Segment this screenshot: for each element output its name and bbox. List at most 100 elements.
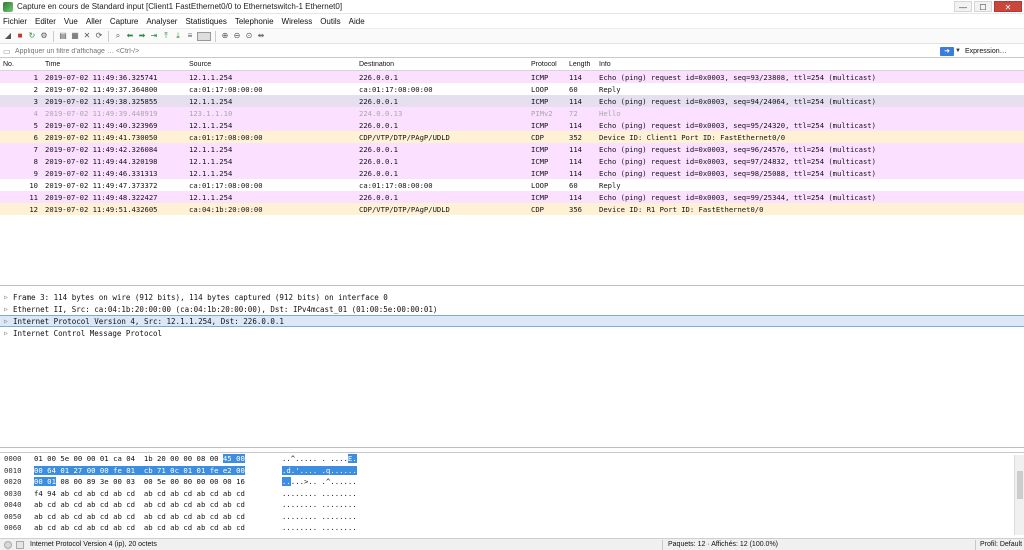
column-source[interactable]: Source: [186, 61, 356, 68]
menu-aller[interactable]: Aller: [86, 17, 102, 26]
go-first-icon[interactable]: ⤒: [161, 31, 171, 41]
detail-tree-item[interactable]: ▷ Frame 3: 114 bytes on wire (912 bits), …: [0, 291, 1024, 303]
minimize-button[interactable]: —: [954, 1, 972, 12]
stop-capture-icon[interactable]: ■: [15, 31, 25, 41]
menu-telephonie[interactable]: Telephonie: [235, 17, 274, 26]
capture-options-icon[interactable]: ⚙: [39, 31, 49, 41]
hex-bytes[interactable]: 01 00 5e 00 00 01 ca 04 1b 20 00 00 08 0…: [34, 454, 280, 464]
expand-arrow-icon[interactable]: ▷: [4, 330, 13, 337]
hex-row[interactable]: 0020 00 01 08 00 89 3e 00 03 00 5e 00 00 …: [0, 476, 1024, 488]
open-file-icon[interactable]: ▤: [58, 31, 68, 41]
close-file-icon[interactable]: ✕: [82, 31, 92, 41]
hex-bytes[interactable]: ab cd ab cd ab cd ab cd ab cd ab cd ab c…: [34, 523, 280, 532]
hex-bytes[interactable]: f4 94 ab cd ab cd ab cd ab cd ab cd ab c…: [34, 489, 280, 498]
menu-capture[interactable]: Capture: [110, 17, 138, 26]
hex-row[interactable]: 0040 ab cd ab cd ab cd ab cd ab cd ab cd …: [0, 499, 1024, 511]
packet-row[interactable]: 8 2019-07-02 11:49:44.320198 12.1.1.254 226…: [0, 155, 1024, 167]
scrollbar-thumb[interactable]: [1017, 471, 1023, 499]
reload-icon[interactable]: ⟳: [94, 31, 104, 41]
packet-row[interactable]: 4 2019-07-02 11:49:39.448919 123.1.1.10 224…: [0, 107, 1024, 119]
hex-row[interactable]: 0000 01 00 5e 00 00 01 ca 04 1b 20 00 00 …: [0, 453, 1024, 465]
autoscroll-icon[interactable]: ≡: [185, 31, 195, 41]
cell-destination: 226.0.0.1: [359, 168, 398, 178]
packet-row[interactable]: 2 2019-07-02 11:49:37.364800 ca:01:17:08:0…: [0, 83, 1024, 95]
save-file-icon[interactable]: ▦: [70, 31, 80, 41]
status-divider[interactable]: [662, 540, 663, 550]
packet-row[interactable]: 5 2019-07-02 11:49:40.323969 12.1.1.254 226…: [0, 119, 1024, 131]
column-time[interactable]: Time: [42, 61, 186, 68]
packet-row[interactable]: 6 2019-07-02 11:49:41.730050 ca:01:17:08:0…: [0, 131, 1024, 143]
menu-vue[interactable]: Vue: [64, 17, 78, 26]
expression-button[interactable]: Expression…: [965, 48, 1007, 55]
start-capture-icon[interactable]: ◢: [3, 31, 13, 41]
detail-tree-item[interactable]: ▷ Internet Control Message Protocol: [0, 327, 1024, 339]
bookmark-icon[interactable]: ▭: [3, 47, 13, 56]
maximize-button[interactable]: ☐: [974, 1, 992, 12]
packet-row[interactable]: 12 2019-07-02 11:49:51.432605 ca:04:1b:20:…: [0, 203, 1024, 215]
hex-bytes[interactable]: ab cd ab cd ab cd ab cd ab cd ab cd ab c…: [34, 512, 280, 521]
display-filter-input[interactable]: [13, 45, 938, 57]
hex-offset: 0000: [4, 454, 22, 464]
bytes-scrollbar[interactable]: [1014, 455, 1024, 535]
hex-ascii[interactable]: .....>.. .^......: [282, 477, 372, 487]
go-forward-icon[interactable]: ➡: [137, 31, 147, 41]
packet-row[interactable]: 1 2019-07-02 11:49:36.325741 12.1.1.254 226…: [0, 71, 1024, 83]
hex-bytes[interactable]: 00 64 01 27 00 00 fe 01 cb 71 0c 01 01 f…: [34, 465, 280, 475]
capture-status-icon[interactable]: [4, 540, 12, 549]
chevron-down-icon[interactable]: ▼: [954, 48, 962, 54]
go-last-icon[interactable]: ⤓: [173, 31, 183, 41]
detail-tree-item[interactable]: ▷ Ethernet II, Src: ca:04:1b:20:00:00 (ca…: [0, 303, 1024, 315]
menu-bar: Fichier Editer Vue Aller Capture Analyse…: [0, 14, 1024, 28]
apply-filter-icon[interactable]: ➜: [940, 46, 954, 56]
column-protocol[interactable]: Protocol: [528, 61, 566, 68]
hex-ascii[interactable]: ........ ........: [282, 523, 372, 532]
menu-aide[interactable]: Aide: [349, 17, 365, 26]
zoom-reset-icon[interactable]: ⊙: [244, 31, 254, 41]
packet-row[interactable]: 10 2019-07-02 11:49:47.373372 ca:01:17:08:…: [0, 179, 1024, 191]
expert-info-icon[interactable]: [16, 540, 24, 549]
hex-ascii[interactable]: ..^..... . ....E.: [282, 454, 372, 464]
find-packet-icon[interactable]: ⌕: [113, 31, 123, 41]
menu-statistiques[interactable]: Statistiques: [185, 17, 226, 26]
restart-capture-icon[interactable]: ↻: [27, 31, 37, 41]
column-destination[interactable]: Destination: [356, 61, 528, 68]
hex-offset: 0020: [4, 477, 22, 487]
resize-columns-icon[interactable]: ⇹: [256, 31, 266, 41]
hex-bytes[interactable]: 00 01 08 00 89 3e 00 03 00 5e 00 00 00 0…: [34, 477, 280, 487]
colorize-icon[interactable]: [197, 31, 211, 41]
hex-ascii[interactable]: ........ ........: [282, 500, 372, 509]
packet-row[interactable]: 11 2019-07-02 11:49:48.322427 12.1.1.254 22…: [0, 191, 1024, 203]
detail-tree-item[interactable]: ▷ Internet Protocol Version 4, Src: 12.1.…: [0, 315, 1024, 327]
menu-outils[interactable]: Outils: [320, 17, 340, 26]
packet-row[interactable]: 9 2019-07-02 11:49:46.331313 12.1.1.254 226…: [0, 167, 1024, 179]
hex-ascii[interactable]: ........ ........: [282, 512, 372, 521]
expand-arrow-icon[interactable]: ▷: [4, 294, 13, 301]
expand-arrow-icon[interactable]: ▷: [4, 306, 13, 313]
column-no[interactable]: No.: [0, 61, 42, 68]
hex-bytes[interactable]: ab cd ab cd ab cd ab cd ab cd ab cd ab c…: [34, 500, 280, 509]
expand-arrow-icon[interactable]: ▷: [4, 318, 13, 325]
zoom-in-icon[interactable]: ⊕: [220, 31, 230, 41]
cell-no: 11: [29, 192, 38, 202]
status-divider[interactable]: [975, 540, 976, 550]
status-profile[interactable]: Profil: Default: [980, 541, 1022, 548]
hex-row[interactable]: 0050 ab cd ab cd ab cd ab cd ab cd ab cd …: [0, 511, 1024, 523]
cell-time: 2019-07-02 11:49:39.448919: [45, 108, 158, 118]
menu-editer[interactable]: Editer: [35, 17, 56, 26]
column-info[interactable]: Info: [596, 61, 1024, 68]
hex-row[interactable]: 0060 ab cd ab cd ab cd ab cd ab cd ab cd …: [0, 522, 1024, 534]
hex-row[interactable]: 0010 00 64 01 27 00 00 fe 01 cb 71 0c 01 …: [0, 465, 1024, 477]
hex-ascii[interactable]: .d.'.... .q......: [282, 465, 372, 475]
menu-wireless[interactable]: Wireless: [282, 17, 313, 26]
menu-fichier[interactable]: Fichier: [3, 17, 27, 26]
go-back-icon[interactable]: ⬅: [125, 31, 135, 41]
menu-analyser[interactable]: Analyser: [146, 17, 177, 26]
packet-row[interactable]: 3 2019-07-02 11:49:38.325855 12.1.1.254 226…: [0, 95, 1024, 107]
packet-row[interactable]: 7 2019-07-02 11:49:42.326084 12.1.1.254 226…: [0, 143, 1024, 155]
zoom-out-icon[interactable]: ⊖: [232, 31, 242, 41]
hex-row[interactable]: 0030 f4 94 ab cd ab cd ab cd ab cd ab cd …: [0, 488, 1024, 500]
hex-ascii[interactable]: ........ ........: [282, 489, 372, 498]
close-button[interactable]: ✕: [994, 1, 1022, 12]
column-length[interactable]: Length: [566, 61, 596, 68]
go-to-packet-icon[interactable]: ⇥: [149, 31, 159, 41]
